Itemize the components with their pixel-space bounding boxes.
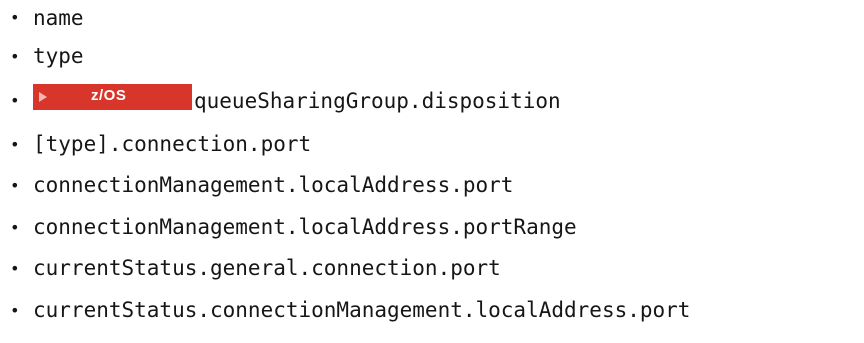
bullet-icon: • bbox=[10, 300, 20, 320]
platform-badge: z/OS bbox=[33, 83, 192, 110]
list-item: • currentStatus.general.connection.port bbox=[0, 248, 690, 290]
list-item-text: name bbox=[33, 6, 84, 30]
bullet-icon: • bbox=[10, 8, 20, 27]
list-item: • z/OS queueSharingGroup.disposition bbox=[0, 78, 690, 124]
list-item-text: [type].connection.port bbox=[33, 131, 312, 156]
bullet-icon: • bbox=[10, 134, 20, 154]
list-item-text: currentStatus.general.connection.port bbox=[33, 256, 501, 280]
list-item-text: connectionManagement.localAddress.portRa… bbox=[33, 214, 577, 239]
list-item: • connectionManagement.localAddress.port bbox=[0, 165, 690, 207]
bullet-icon: • bbox=[10, 47, 20, 66]
list-item-text: queueSharingGroup.disposition bbox=[194, 88, 561, 113]
bullet-icon: • bbox=[10, 217, 20, 237]
list-item: • [type].connection.port bbox=[0, 124, 690, 166]
triangle-right-icon bbox=[39, 91, 47, 102]
list-item-text: connectionManagement.localAddress.port bbox=[33, 173, 514, 197]
list-item: • currentStatus.connectionManagement.loc… bbox=[0, 290, 690, 332]
list-item: • type bbox=[0, 36, 690, 78]
bullet-icon: • bbox=[10, 176, 20, 195]
list-item-text: currentStatus.connectionManagement.local… bbox=[33, 297, 691, 322]
list-item: • connectionManagement.localAddress.port… bbox=[0, 207, 690, 249]
list-item: • name bbox=[0, 0, 690, 36]
bullet-icon: • bbox=[10, 90, 20, 110]
bullet-icon: • bbox=[10, 259, 20, 278]
attribute-list: • name • type • z/OS queueSharingGroup.d… bbox=[0, 0, 690, 331]
platform-badge-label: z/OS bbox=[91, 86, 127, 104]
list-item-text: type bbox=[33, 44, 84, 68]
